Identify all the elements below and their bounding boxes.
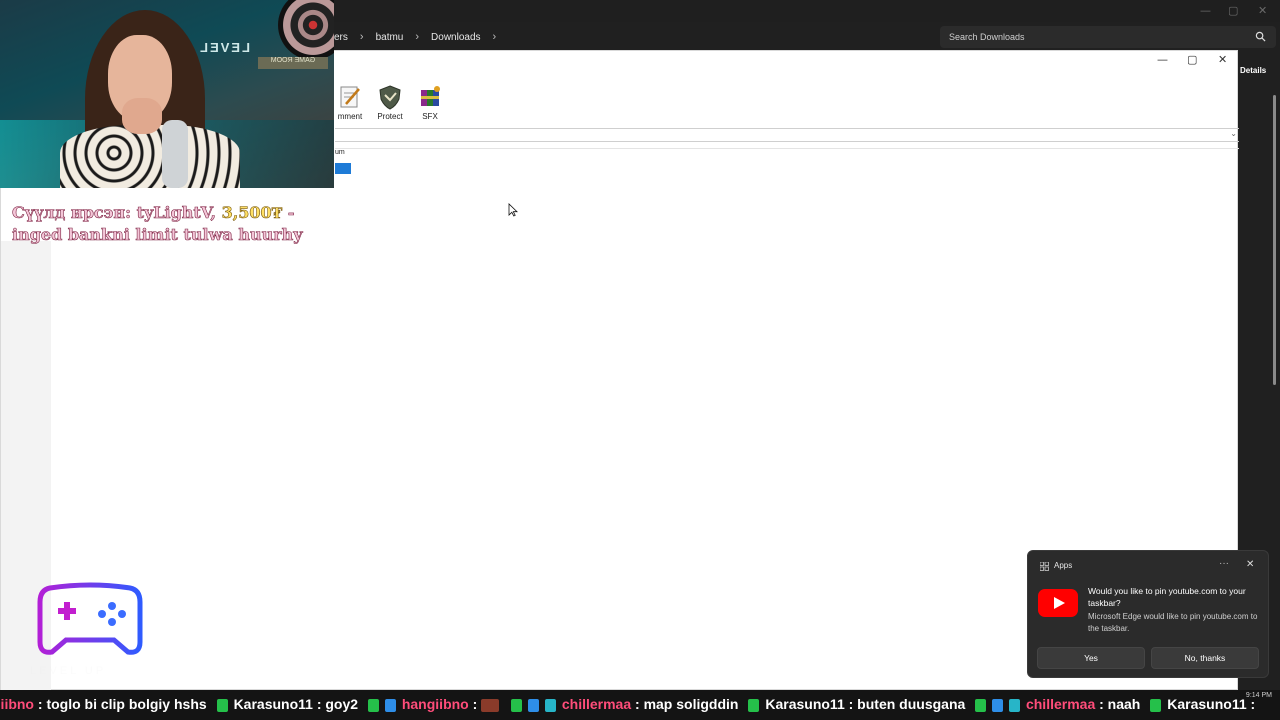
tool-label: Protect [377, 112, 403, 121]
maximize-icon[interactable]: ▢ [1228, 4, 1238, 17]
breadcrumb[interactable]: ers › batmu › Downloads › [334, 26, 934, 48]
chat-ticker: giibno : toglo bi clip bolgiy hshs Karas… [0, 690, 1280, 720]
chat-message: chillermaa : naah [975, 696, 1140, 712]
chat-text: : goy2 [316, 696, 359, 712]
kick-badge-icon [216, 698, 228, 712]
sfx-archive-icon [421, 86, 440, 106]
no-thanks-button[interactable]: No, thanks [1151, 647, 1259, 669]
chat-text: : naah [1099, 696, 1141, 712]
moderator-badge-icon [1009, 698, 1021, 712]
chat-message: hangiibno : [368, 696, 501, 712]
toolbar: mment Protect SFX [335, 84, 445, 126]
wall-sign: LEVEL [198, 40, 250, 55]
chat-message: giibno : toglo bi clip bolgiy hshs [0, 696, 207, 712]
chat-username: hangiibno [401, 696, 469, 712]
chat-username: Karasuno11 [765, 696, 845, 712]
streamer-shirt [60, 125, 240, 188]
apps-icon [1040, 562, 1049, 571]
chat-message: Karasuno11 : goy2 [216, 696, 359, 712]
chevron-right-icon: › [492, 31, 497, 43]
path-field[interactable]: ⌄ [335, 128, 1239, 142]
minimize-icon[interactable]: — [1200, 4, 1211, 17]
close-icon[interactable]: ✕ [1246, 559, 1254, 570]
chat-username: chillermaa [561, 696, 632, 712]
kick-badge-icon [368, 698, 380, 712]
comment-button[interactable]: mment [335, 84, 365, 126]
search-input[interactable]: Search Downloads [940, 26, 1276, 48]
dartboard [278, 0, 334, 60]
verified-badge-icon [384, 698, 396, 712]
kick-badge-icon [1150, 698, 1162, 712]
microphone [162, 120, 188, 188]
toast-title: Apps [1054, 561, 1073, 570]
chat-message: Karasuno11 : buten duusgana [748, 696, 965, 712]
chevron-right-icon: › [415, 31, 420, 43]
toast-message: Would you like to pin youtube.com to you… [1088, 586, 1246, 608]
breadcrumb-item[interactable]: ers [334, 32, 348, 43]
alert-prefix: Сүүлд ирсэн: tyLightV, [12, 203, 217, 223]
alert-amount: 3,500₮ [221, 203, 283, 223]
chat-username: Karasuno11 [1167, 696, 1247, 712]
chat-text: : map soligddin [635, 696, 739, 712]
chat-text: : buten duusgana [848, 696, 966, 712]
toast-subtext: Microsoft Edge would like to pin youtube… [1088, 612, 1258, 633]
chat-username: chillermaa [1025, 696, 1096, 712]
streamer-hand [122, 98, 162, 134]
close-icon[interactable]: ✕ [1218, 53, 1227, 66]
tool-label: SFX [422, 112, 438, 121]
kick-badge-icon [748, 698, 760, 712]
moderator-badge-icon [544, 698, 556, 712]
chevron-down-icon[interactable]: ⌄ [1230, 129, 1237, 138]
chat-username: Karasuno11 [233, 696, 313, 712]
minimize-icon[interactable]: — [1157, 53, 1168, 66]
chat-message: Karasuno11 : [1150, 696, 1255, 712]
chat-message: chillermaa : map soligddin [511, 696, 738, 712]
selected-file-row[interactable] [335, 163, 351, 174]
search-icon[interactable] [1255, 31, 1266, 42]
breadcrumb-item[interactable]: batmu [376, 32, 404, 43]
file-list-header[interactable]: um [335, 148, 1239, 160]
logo-caption: LEVEL UP [30, 665, 107, 677]
kick-badge-icon [975, 698, 987, 712]
donation-alert: Сүүлд ирсэн: tyLightV, 3,500₮ - inged ba… [12, 202, 312, 246]
youtube-icon [1038, 589, 1078, 617]
system-clock[interactable]: 9:14 PM [1246, 692, 1272, 699]
comment-icon [340, 86, 360, 108]
webcam-overlay: LEVEL GAME ROOM [0, 0, 334, 188]
more-options-icon[interactable]: ··· [1219, 558, 1229, 569]
search-placeholder: Search Downloads [949, 32, 1025, 42]
maximize-icon[interactable]: ▢ [1187, 53, 1197, 66]
chat-text: : [472, 696, 478, 712]
close-icon[interactable]: ✕ [1258, 4, 1267, 17]
wall-plaque: GAME ROOM [258, 57, 328, 69]
emote-icon [481, 698, 500, 712]
yes-button[interactable]: Yes [1037, 647, 1145, 669]
breadcrumb-item[interactable]: Downloads [431, 32, 480, 43]
pin-notification: Apps ··· ✕ Would you like to pin youtube… [1027, 550, 1269, 678]
mouse-cursor-icon [508, 203, 518, 217]
chat-text: : toglo bi clip bolgiy hshs [37, 696, 207, 712]
verified-badge-icon [992, 698, 1004, 712]
details-button[interactable]: Details [1240, 66, 1266, 75]
protect-button[interactable]: Protect [375, 84, 405, 126]
kick-badge-icon [511, 698, 523, 712]
sfx-button[interactable]: SFX [415, 84, 445, 126]
scrollbar[interactable] [1273, 95, 1276, 385]
chevron-right-icon: › [359, 31, 364, 43]
chat-username: giibno [0, 696, 34, 712]
verified-badge-icon [528, 698, 540, 712]
gamepad-logo-icon [37, 582, 143, 655]
tool-label: mment [337, 112, 363, 121]
shield-icon [379, 85, 401, 110]
